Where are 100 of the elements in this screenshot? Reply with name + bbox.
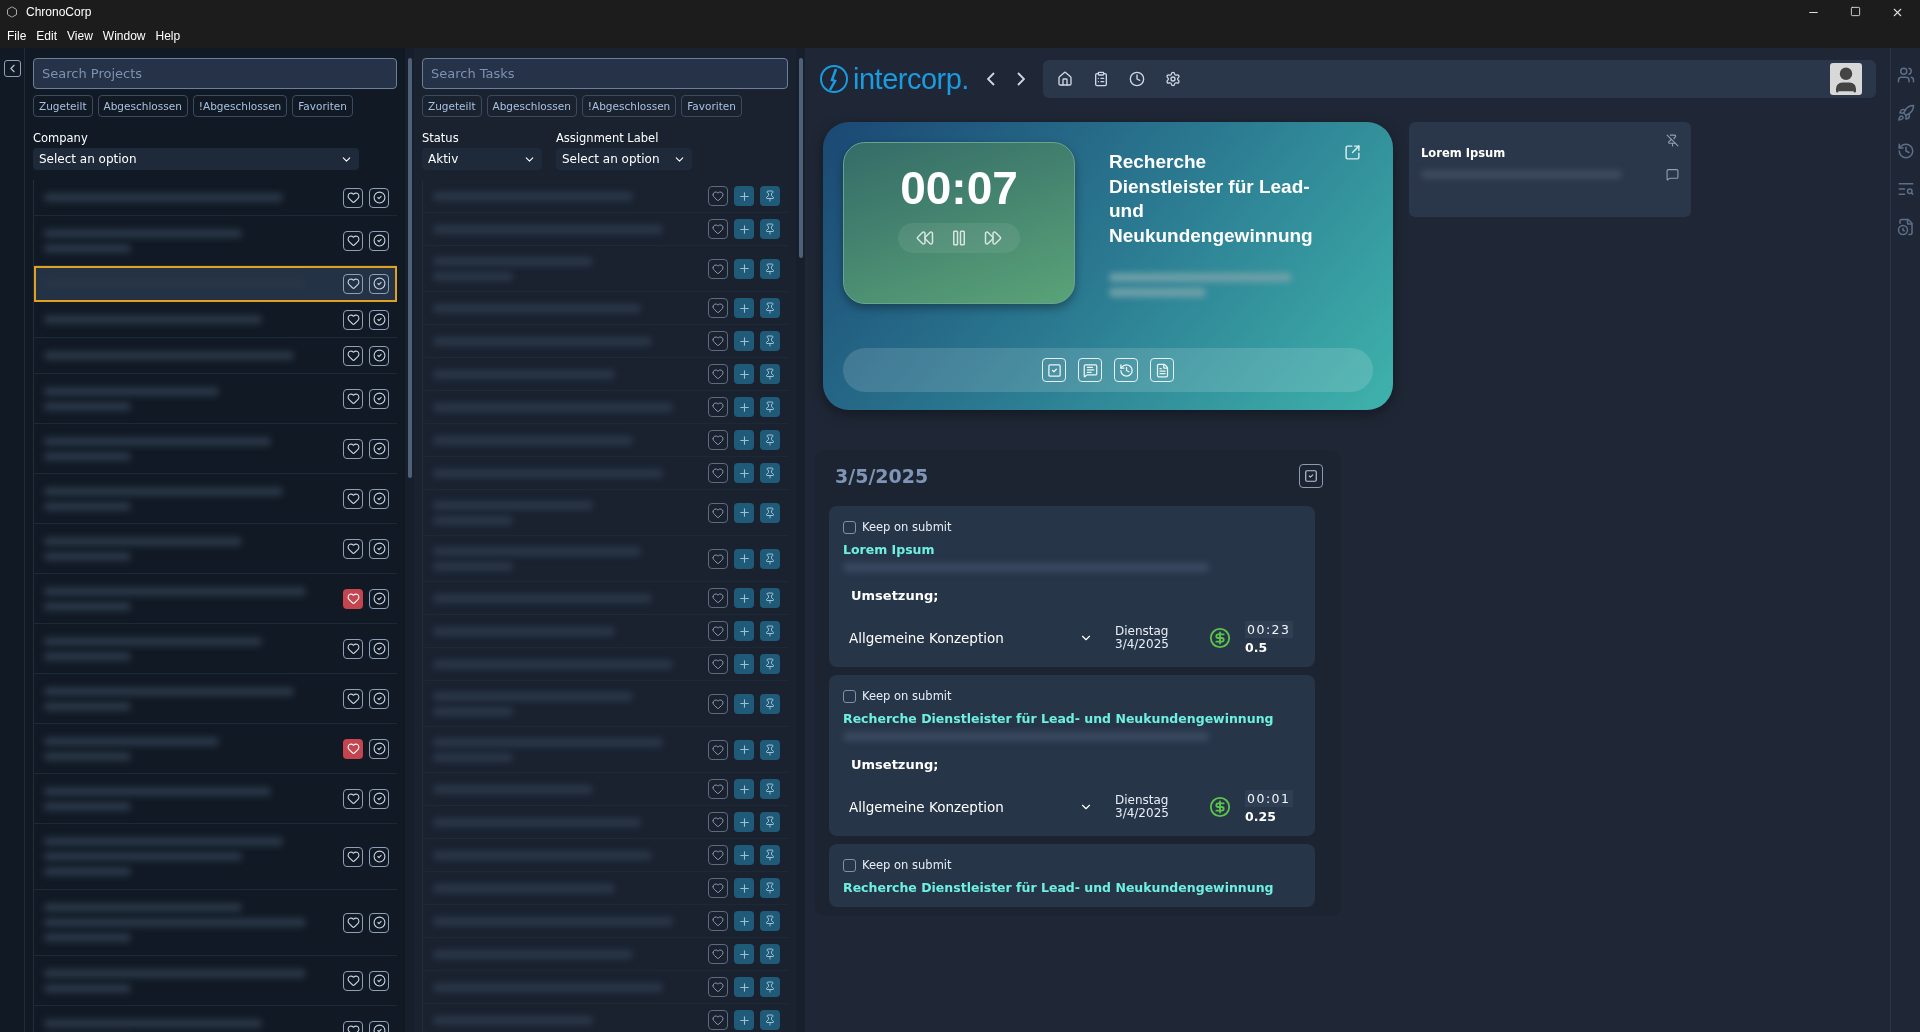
checkbox[interactable] [843,858,856,872]
pin-button[interactable] [760,548,780,569]
pin-button[interactable] [760,977,780,997]
filter-button[interactable]: Zugeteilt [33,95,93,117]
filter-button[interactable]: Favoriten [292,95,353,117]
add-button[interactable] [734,397,754,417]
status-select[interactable]: Aktiv [422,148,542,170]
favorite-button[interactable] [343,345,363,366]
add-button[interactable] [734,219,754,239]
entry-time[interactable]: 00:01 [1245,790,1293,807]
filter-button[interactable]: Abgeschlossen [97,95,188,117]
history-icon[interactable] [1896,142,1915,160]
pin-button[interactable] [760,812,780,832]
users-icon[interactable] [1896,66,1915,84]
assign-button[interactable] [369,230,389,251]
favorite-button[interactable] [343,638,363,659]
pin-button[interactable] [760,331,780,351]
favorite-button[interactable] [343,488,363,509]
pin-button[interactable] [760,430,780,450]
filter-button[interactable]: !Abgeschlossen [192,95,288,117]
avatar[interactable] [1830,63,1862,95]
pin-button[interactable] [760,779,780,799]
pin-button[interactable] [760,219,780,239]
assign-button[interactable] [369,638,389,659]
add-button[interactable] [734,911,754,931]
assign-button[interactable] [369,788,389,809]
assign-button[interactable] [369,538,389,559]
add-button[interactable] [734,654,754,674]
add-button[interactable] [734,548,754,569]
favorite-button[interactable] [343,438,363,459]
assign-button[interactable] [369,846,389,867]
filter-button[interactable]: !Abgeschlossen [581,95,677,117]
pause-button[interactable] [950,229,968,247]
entry-title[interactable]: Recherche Dienstleister für Lead- und Neukundengewinnung [843,880,1301,895]
pin-button[interactable] [760,911,780,931]
search-field[interactable]: Search Tasks [422,58,788,89]
entry-time[interactable]: 00:23 [1245,621,1293,638]
rocket-icon[interactable] [1896,104,1915,122]
assign-button[interactable] [369,970,389,991]
clipboard-icon[interactable] [1092,71,1109,87]
pin-button[interactable] [760,654,780,674]
assign-button[interactable] [369,688,389,709]
menu-item[interactable]: Window [98,29,150,43]
search-field[interactable]: Search Projects [33,58,397,89]
add-button[interactable] [734,430,754,450]
history-button[interactable] [1114,358,1138,382]
dollar-icon[interactable] [1209,627,1231,649]
comment-icon[interactable] [1666,168,1679,181]
add-button[interactable] [734,621,754,641]
add-button[interactable] [734,944,754,964]
details-button[interactable] [1150,358,1174,382]
complete-button[interactable] [1042,358,1066,382]
add-button[interactable] [734,739,754,760]
search-list-icon[interactable] [1896,180,1915,198]
add-button[interactable] [734,364,754,384]
company-select[interactable]: Select an option [33,148,359,170]
add-button[interactable] [734,298,754,318]
favorite-button[interactable] [343,230,363,251]
filter-button[interactable]: Favoriten [681,95,742,117]
checkbox[interactable] [843,689,856,703]
favorite-button[interactable] [343,688,363,709]
favorite-button[interactable] [343,538,363,559]
home-icon[interactable] [1056,71,1073,87]
rewind-button[interactable] [916,229,934,247]
assign-button[interactable] [369,345,389,366]
fast-forward-button[interactable] [984,229,1002,247]
pin-button[interactable] [760,588,780,608]
assign-button[interactable] [369,309,389,330]
maximize-icon[interactable] [1850,5,1861,17]
filter-button[interactable]: Abgeschlossen [486,95,577,117]
add-button[interactable] [734,258,754,279]
clock-icon[interactable] [1128,71,1145,87]
favorite-button[interactable] [343,738,363,759]
assignment-select[interactable]: Select an option [556,148,692,170]
add-button[interactable] [734,331,754,351]
menu-item[interactable]: Help [151,29,185,43]
assign-button[interactable] [369,738,389,759]
add-button[interactable] [734,779,754,799]
menu-item[interactable]: File [3,29,31,43]
unpin-icon[interactable] [1666,134,1679,147]
add-button[interactable] [734,845,754,865]
assign-button[interactable] [369,438,389,459]
pin-button[interactable] [760,1010,780,1030]
add-button[interactable] [734,463,754,483]
entry-title[interactable]: Recherche Dienstleister für Lead- und Neukundengewinnung [843,711,1301,726]
favorite-button[interactable] [343,970,363,991]
collapse-button[interactable] [3,60,21,77]
favorite-button[interactable] [343,846,363,867]
pin-button[interactable] [760,463,780,483]
assign-button[interactable] [369,488,389,509]
pin-button[interactable] [760,397,780,417]
assign-button[interactable] [369,912,389,933]
menu-item[interactable]: View [63,29,97,43]
assign-button[interactable] [369,273,389,294]
add-button[interactable] [734,878,754,898]
pin-button[interactable] [760,693,780,714]
add-button[interactable] [734,588,754,608]
pin-button[interactable] [760,845,780,865]
submit-day-button[interactable] [1299,464,1323,488]
pin-button[interactable] [760,502,780,523]
